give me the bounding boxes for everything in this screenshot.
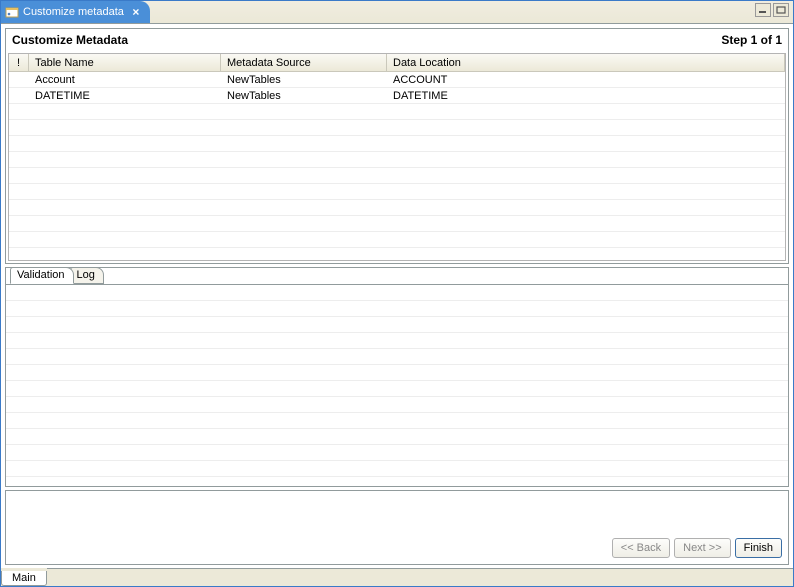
cell-metadata-source <box>221 168 387 183</box>
cell-table-name <box>29 152 221 167</box>
cell-status <box>9 72 29 87</box>
cell-data-location <box>387 216 785 231</box>
cell-table-name <box>29 216 221 231</box>
window-title: Customize metadata <box>23 6 124 18</box>
table-row[interactable] <box>9 168 785 184</box>
table-header: ! Table Name Metadata Source Data Locati… <box>9 54 785 72</box>
panel-header: Customize Metadata Step 1 of 1 <box>6 29 788 51</box>
cell-metadata-source: NewTables <box>221 88 387 103</box>
window-controls <box>755 3 789 17</box>
cell-table-name <box>29 232 221 247</box>
cell-table-name <box>29 184 221 199</box>
app-window: Customize metadata × Customize Metadata … <box>0 0 794 587</box>
wizard-icon <box>5 5 19 19</box>
metadata-panel: Customize Metadata Step 1 of 1 ! Table N… <box>5 28 789 264</box>
tab-close-button[interactable]: × <box>130 6 142 18</box>
cell-data-location: ACCOUNT <box>387 72 785 87</box>
cell-status <box>9 184 29 199</box>
cell-status <box>9 152 29 167</box>
back-button[interactable]: << Back <box>612 538 670 558</box>
cell-metadata-source <box>221 120 387 135</box>
cell-table-name <box>29 136 221 151</box>
cell-table-name: DATETIME <box>29 88 221 103</box>
minimize-button[interactable] <box>755 3 771 17</box>
cell-metadata-source <box>221 232 387 247</box>
cell-metadata-source <box>221 104 387 119</box>
cell-data-location: DATETIME <box>387 88 785 103</box>
bottom-tabstrip: Main <box>1 568 793 586</box>
page-title: Customize Metadata <box>12 33 128 47</box>
cell-table-name: Account <box>29 72 221 87</box>
cell-data-location <box>387 232 785 247</box>
table-row[interactable] <box>9 152 785 168</box>
cell-data-location <box>387 200 785 215</box>
cell-status <box>9 136 29 151</box>
table-body: AccountNewTablesACCOUNTDATETIMENewTables… <box>9 72 785 261</box>
cell-table-name <box>29 120 221 135</box>
content-area: Customize Metadata Step 1 of 1 ! Table N… <box>1 23 793 569</box>
tab-validation[interactable]: Validation <box>10 267 74 284</box>
cell-data-location <box>387 120 785 135</box>
log-panel: Validation Log <box>5 267 789 487</box>
table-row[interactable] <box>9 104 785 120</box>
col-header-table-name[interactable]: Table Name <box>29 54 221 71</box>
cell-metadata-source <box>221 184 387 199</box>
wizard-buttons: << Back Next >> Finish <box>612 538 782 558</box>
step-indicator: Step 1 of 1 <box>721 33 782 47</box>
table-row[interactable] <box>9 136 785 152</box>
log-content[interactable] <box>6 284 788 486</box>
cell-table-name <box>29 248 221 261</box>
cell-metadata-source <box>221 152 387 167</box>
col-header-data-location[interactable]: Data Location <box>387 54 785 71</box>
next-button[interactable]: Next >> <box>674 538 731 558</box>
metadata-table[interactable]: ! Table Name Metadata Source Data Locati… <box>8 53 786 261</box>
table-row[interactable] <box>9 232 785 248</box>
footer-panel: << Back Next >> Finish <box>5 490 789 565</box>
table-row[interactable] <box>9 184 785 200</box>
cell-metadata-source <box>221 216 387 231</box>
table-row[interactable] <box>9 216 785 232</box>
cell-status <box>9 232 29 247</box>
cell-metadata-source <box>221 248 387 261</box>
cell-status <box>9 88 29 103</box>
cell-data-location <box>387 248 785 261</box>
cell-status <box>9 216 29 231</box>
cell-data-location <box>387 136 785 151</box>
col-header-status[interactable]: ! <box>9 54 29 71</box>
table-row[interactable]: AccountNewTablesACCOUNT <box>9 72 785 88</box>
cell-status <box>9 120 29 135</box>
table-row[interactable] <box>9 120 785 136</box>
cell-data-location <box>387 104 785 119</box>
maximize-button[interactable] <box>773 3 789 17</box>
tab-main[interactable]: Main <box>1 571 47 586</box>
cell-table-name <box>29 200 221 215</box>
cell-metadata-source <box>221 136 387 151</box>
cell-status <box>9 248 29 261</box>
finish-button[interactable]: Finish <box>735 538 782 558</box>
table-row[interactable] <box>9 248 785 261</box>
cell-status <box>9 200 29 215</box>
cell-data-location <box>387 184 785 199</box>
titlebar: Customize metadata × <box>1 1 793 23</box>
cell-table-name <box>29 104 221 119</box>
title-tab[interactable]: Customize metadata × <box>1 1 150 23</box>
table-row[interactable]: DATETIMENewTablesDATETIME <box>9 88 785 104</box>
cell-table-name <box>29 168 221 183</box>
cell-data-location <box>387 152 785 167</box>
cell-metadata-source <box>221 200 387 215</box>
cell-status <box>9 104 29 119</box>
cell-metadata-source: NewTables <box>221 72 387 87</box>
cell-data-location <box>387 168 785 183</box>
table-row[interactable] <box>9 200 785 216</box>
tabstrip-line <box>47 568 793 569</box>
col-header-metadata-source[interactable]: Metadata Source <box>221 54 387 71</box>
cell-status <box>9 168 29 183</box>
log-tabs: Validation Log <box>10 267 104 284</box>
tab-log[interactable]: Log <box>70 267 104 284</box>
